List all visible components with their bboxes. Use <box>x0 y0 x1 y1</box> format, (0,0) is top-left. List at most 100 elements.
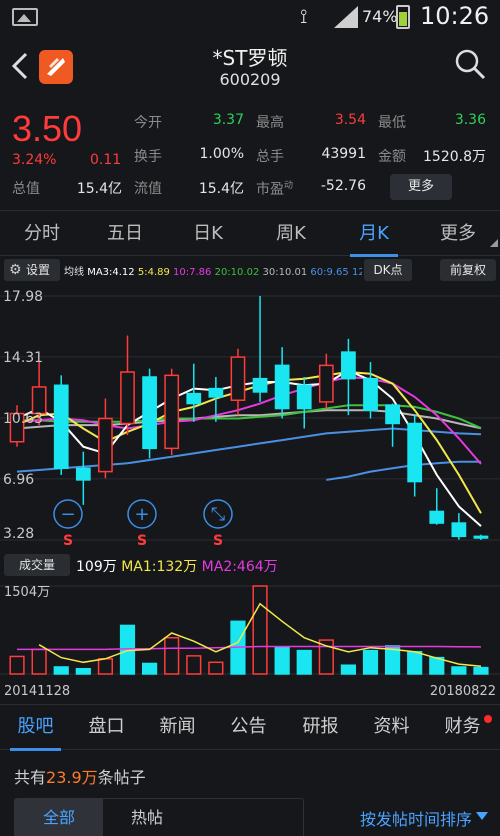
volume-bar <box>274 646 290 675</box>
ma20-value: 20:10.02 <box>214 267 260 278</box>
ma-legend: 均线 MA3:4.12 5:4.89 10:7.86 20:10.02 30:1… <box>64 263 362 278</box>
high-value: 3.54 <box>334 112 366 128</box>
candle-body <box>385 404 400 425</box>
candlestick-chart[interactable]: 17.98 14.31 10.63 6.96 3.28 S S S − + ⤡ <box>0 284 500 550</box>
volume-toolbar: 成交量 109万 MA1:132万 MA2:464万 <box>0 552 500 578</box>
header: *ST罗顿 600209 <box>0 34 500 100</box>
volume-bar <box>407 651 423 675</box>
image-notification-icon <box>12 8 38 26</box>
volume-bar <box>53 666 69 675</box>
tab-five-day[interactable]: 五日 <box>85 211 165 257</box>
tab-order-book[interactable]: 盘口 <box>71 705 142 751</box>
tab-news[interactable]: 新闻 <box>142 705 213 751</box>
control-glyph: − <box>60 504 75 525</box>
candle-body <box>31 386 47 415</box>
ma60-value: 60:9.65 <box>310 267 349 278</box>
chart-toolbar: ⚙ 设置 均线 MA3:4.12 5:4.89 10:7.86 20:10.02… <box>0 256 500 284</box>
tab-financials[interactable]: 财务 <box>427 705 498 751</box>
pe-value: -52.76 <box>320 178 366 194</box>
volume-bar <box>252 585 268 675</box>
fullscreen-icon[interactable]: ⤡ <box>203 499 233 529</box>
post-count-number: 23.9万 <box>46 768 98 787</box>
post-count-suffix: 条帖子 <box>97 768 146 787</box>
tab-forum[interactable]: 股吧 <box>0 705 71 751</box>
candle-body <box>407 422 423 483</box>
tab-hot-posts[interactable]: 热帖 <box>103 799 191 836</box>
float-cap-label: 流值 <box>134 181 162 197</box>
volume-bar <box>164 636 180 675</box>
y-tick-label: 6.96 <box>3 472 34 488</box>
volume-chart[interactable]: 1504万 <box>0 580 500 680</box>
change-percent: 3.24% <box>12 152 57 168</box>
candle-body <box>252 377 268 393</box>
tab-all-posts[interactable]: 全部 <box>15 799 103 836</box>
volume-indicator-button[interactable]: 成交量 <box>4 554 70 576</box>
post-count-prefix: 共有 <box>14 768 47 787</box>
tab-more[interactable]: 更多 <box>418 211 498 257</box>
volume-ma1: MA1:132万 <box>121 559 198 575</box>
zoom-out-icon[interactable]: − <box>53 499 83 529</box>
ma120-line <box>326 460 481 481</box>
candle-body <box>208 387 224 398</box>
volume-bar <box>186 655 202 675</box>
volume-label: 总手 <box>256 149 284 165</box>
tab-intraday[interactable]: 分时 <box>2 211 82 257</box>
float-cap-value: 15.4亿 <box>198 181 244 197</box>
candle-body <box>318 364 334 403</box>
tab-profile[interactable]: 资料 <box>356 705 427 751</box>
info-tabs: 股吧 盘口 新闻 公告 研报 资料 财务 <box>0 704 500 751</box>
candle-body <box>230 356 246 401</box>
candle-body <box>75 467 91 481</box>
candle-body <box>296 384 312 410</box>
control-glyph: + <box>134 504 149 525</box>
candle-body <box>142 376 157 450</box>
change-amount: 0.11 <box>90 152 122 168</box>
forum-sub-tabs: 全部 热帖 <box>14 798 304 836</box>
tab-research[interactable]: 研报 <box>285 705 356 751</box>
tab-monthly-k[interactable]: 月K <box>334 211 414 257</box>
market-cap-value: 15.4亿 <box>76 181 122 197</box>
volume-bar <box>340 664 357 675</box>
candle-body <box>98 417 113 473</box>
candle-body <box>53 384 69 470</box>
settings-button[interactable]: ⚙ 设置 <box>4 259 60 281</box>
tab-more-label: 更多 <box>440 223 476 244</box>
tab-daily-k[interactable]: 日K <box>168 211 248 257</box>
tab-announcements[interactable]: 公告 <box>213 705 284 751</box>
dk-point-button[interactable]: DK点 <box>364 259 412 281</box>
more-quote-button[interactable]: 更多 <box>390 174 452 200</box>
start-date: 20141128 <box>4 684 71 699</box>
adjust-button[interactable]: 前复权 <box>440 259 496 281</box>
turnover-label: 换手 <box>134 149 162 165</box>
post-count: 共有23.9万条帖子 <box>14 764 146 788</box>
y-tick-label: 10.63 <box>3 411 43 427</box>
candle-body <box>341 351 356 380</box>
search-icon[interactable] <box>454 48 486 80</box>
zoom-in-icon[interactable]: + <box>127 499 157 529</box>
sort-by-time-button[interactable]: 按发帖时间排序 <box>360 806 472 830</box>
open-value: 3.37 <box>212 112 244 128</box>
low-label: 最低 <box>378 115 406 131</box>
clock: 10:26 <box>420 2 490 30</box>
corner-triangle-icon <box>490 239 498 247</box>
volume-current: 109万 <box>76 559 117 575</box>
control-glyph: ⤡ <box>211 504 225 525</box>
candle-body <box>274 364 290 410</box>
notification-dot <box>484 715 492 723</box>
volume-bar <box>208 661 224 675</box>
volume-bar <box>9 655 25 675</box>
signal-icon <box>334 6 358 28</box>
ma10-value: 10:7.86 <box>173 267 212 278</box>
candle-body <box>473 535 489 539</box>
ma3-value: MA3:4.12 <box>87 267 135 278</box>
ma5-value: 5:4.89 <box>137 267 170 278</box>
candle-body <box>363 377 378 411</box>
end-date: 20180822 <box>429 684 496 699</box>
settings-label: 设置 <box>26 263 51 277</box>
y-tick-label: 17.98 <box>3 289 43 305</box>
tab-weekly-k[interactable]: 周K <box>251 211 331 257</box>
chevron-down-icon <box>476 812 488 820</box>
amount-value: 1520.8万 <box>423 149 486 165</box>
wifi-icon: ⟟ <box>300 4 308 28</box>
candle-body <box>164 374 180 450</box>
